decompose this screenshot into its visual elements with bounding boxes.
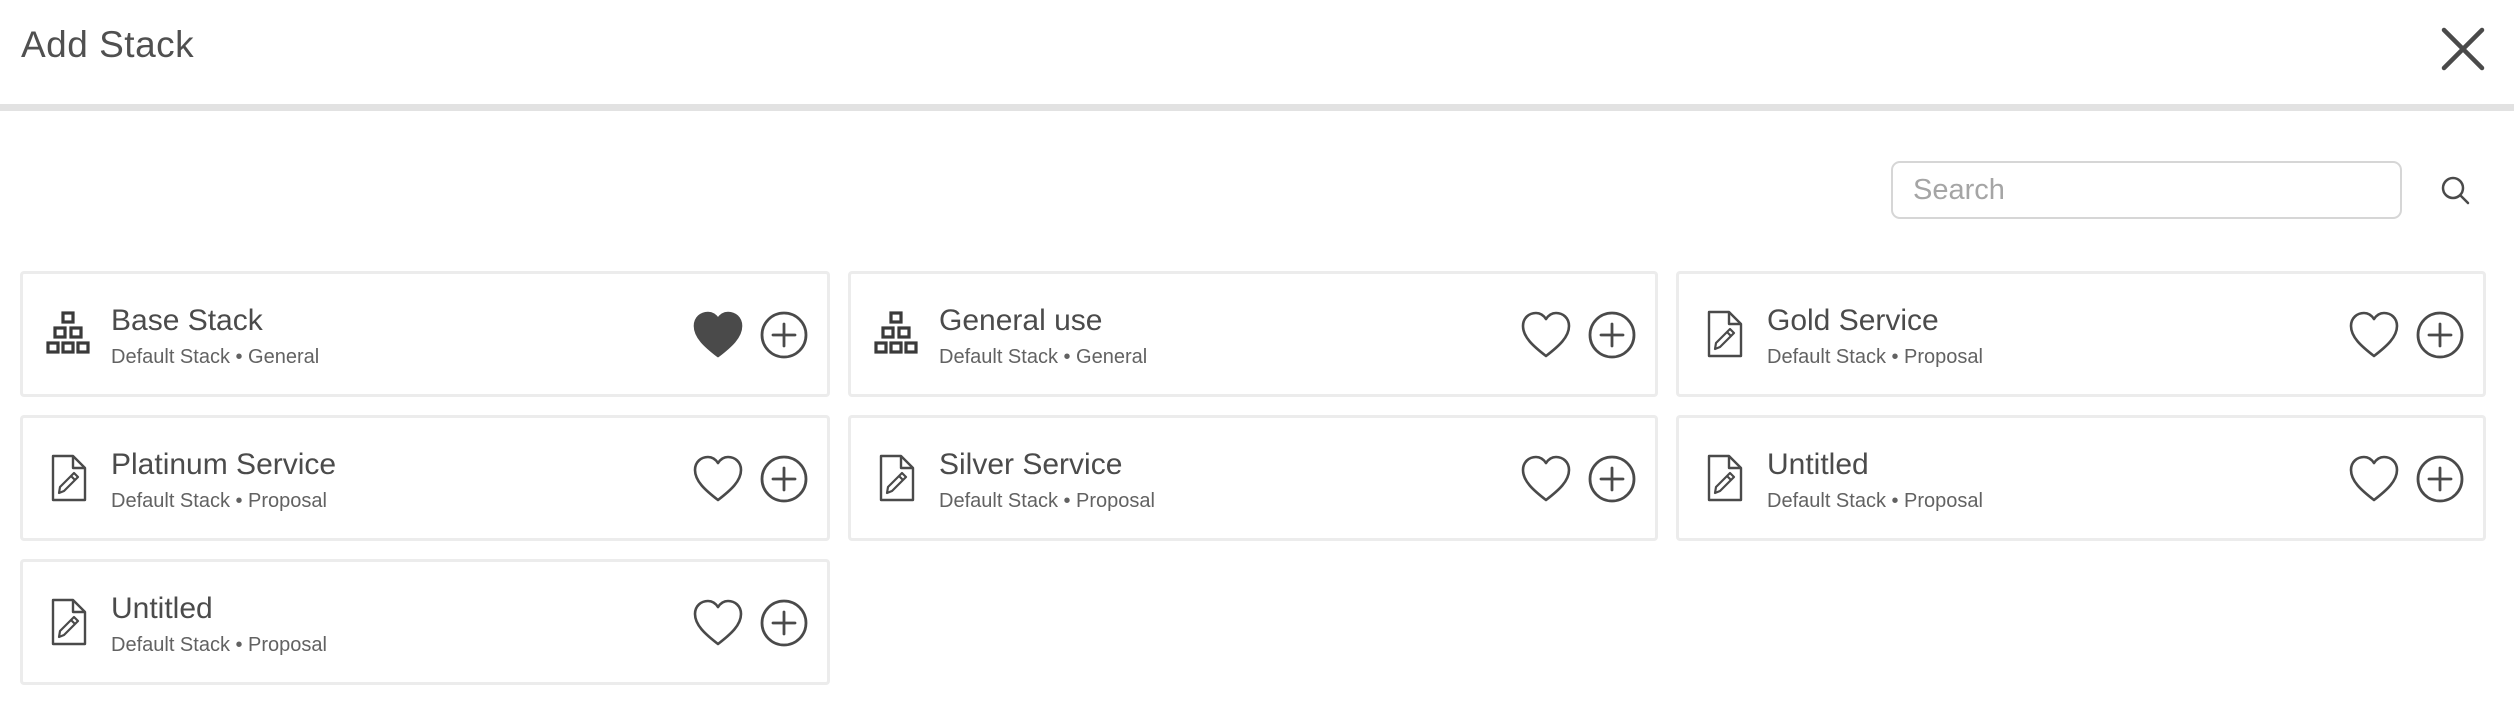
add-circle-icon [1588, 311, 1636, 359]
stack-subtitle: Default Stack • Proposal [939, 490, 1155, 512]
favorite-button[interactable] [2347, 310, 2401, 360]
heart-filled-icon [693, 311, 743, 358]
stack-title: Untitled [111, 592, 213, 625]
add-circle-icon [760, 455, 808, 503]
add-circle-icon [2416, 455, 2464, 503]
heart-outline-icon [2349, 455, 2399, 502]
add-circle-icon [760, 311, 808, 359]
stack-title: Silver Service [939, 448, 1123, 481]
stack-subtitle: Default Stack • General [111, 346, 320, 368]
stack-card[interactable]: Platinum Service Default Stack • Proposa… [20, 415, 830, 541]
stack-list: Base Stack Default Stack • General Gener… [20, 271, 2486, 685]
document-edit-icon [873, 453, 921, 503]
stack-card[interactable]: Base Stack Default Stack • General [20, 271, 830, 397]
stack-title: Base Stack [111, 304, 263, 337]
stack-subtitle: Default Stack • Proposal [111, 490, 327, 512]
dialog-title: Add Stack [21, 24, 195, 65]
stack-title: Gold Service [1767, 304, 1939, 337]
favorite-button[interactable] [691, 454, 745, 504]
dialog-header: Add Stack [0, 0, 2514, 111]
stack-subtitle: Default Stack • Proposal [1767, 346, 1983, 368]
stack-title: Untitled [1767, 448, 1869, 481]
add-button[interactable] [2415, 454, 2465, 504]
stack-title: General use [939, 304, 1103, 337]
stack-card[interactable]: Untitled Default Stack • Proposal [1676, 415, 2486, 541]
blocks-icon [873, 309, 921, 359]
add-button[interactable] [759, 310, 809, 360]
favorite-button[interactable] [1519, 454, 1573, 504]
add-circle-icon [760, 599, 808, 647]
stack-card[interactable]: Gold Service Default Stack • Proposal [1676, 271, 2486, 397]
document-edit-icon [1701, 453, 1749, 503]
add-button[interactable] [1587, 310, 1637, 360]
heart-outline-icon [693, 599, 743, 646]
search-button[interactable] [2438, 173, 2474, 209]
favorite-button[interactable] [691, 310, 745, 360]
document-edit-icon [45, 597, 93, 647]
stack-title: Platinum Service [111, 448, 337, 481]
add-circle-icon [1588, 455, 1636, 503]
stack-subtitle: Default Stack • General [939, 346, 1148, 368]
close-button[interactable] [2438, 24, 2488, 74]
add-circle-icon [2416, 311, 2464, 359]
document-edit-icon [1701, 309, 1749, 359]
add-button[interactable] [759, 598, 809, 648]
stack-card[interactable]: Untitled Default Stack • Proposal [20, 559, 830, 685]
heart-outline-icon [2349, 311, 2399, 358]
add-button[interactable] [759, 454, 809, 504]
heart-outline-icon [693, 455, 743, 502]
close-icon [2441, 27, 2485, 71]
stack-subtitle: Default Stack • Proposal [111, 634, 327, 656]
favorite-button[interactable] [2347, 454, 2401, 504]
stack-card[interactable]: General use Default Stack • General [848, 271, 1658, 397]
favorite-button[interactable] [1519, 310, 1573, 360]
blocks-icon [45, 309, 93, 359]
add-button[interactable] [1587, 454, 1637, 504]
document-edit-icon [45, 453, 93, 503]
search-input[interactable] [1893, 163, 2400, 217]
heart-outline-icon [1521, 311, 1571, 358]
search-icon [2441, 176, 2470, 205]
stack-subtitle: Default Stack • Proposal [1767, 490, 1983, 512]
search-box [1891, 161, 2402, 219]
favorite-button[interactable] [691, 598, 745, 648]
stack-card[interactable]: Silver Service Default Stack • Proposal [848, 415, 1658, 541]
heart-outline-icon [1521, 455, 1571, 502]
add-button[interactable] [2415, 310, 2465, 360]
